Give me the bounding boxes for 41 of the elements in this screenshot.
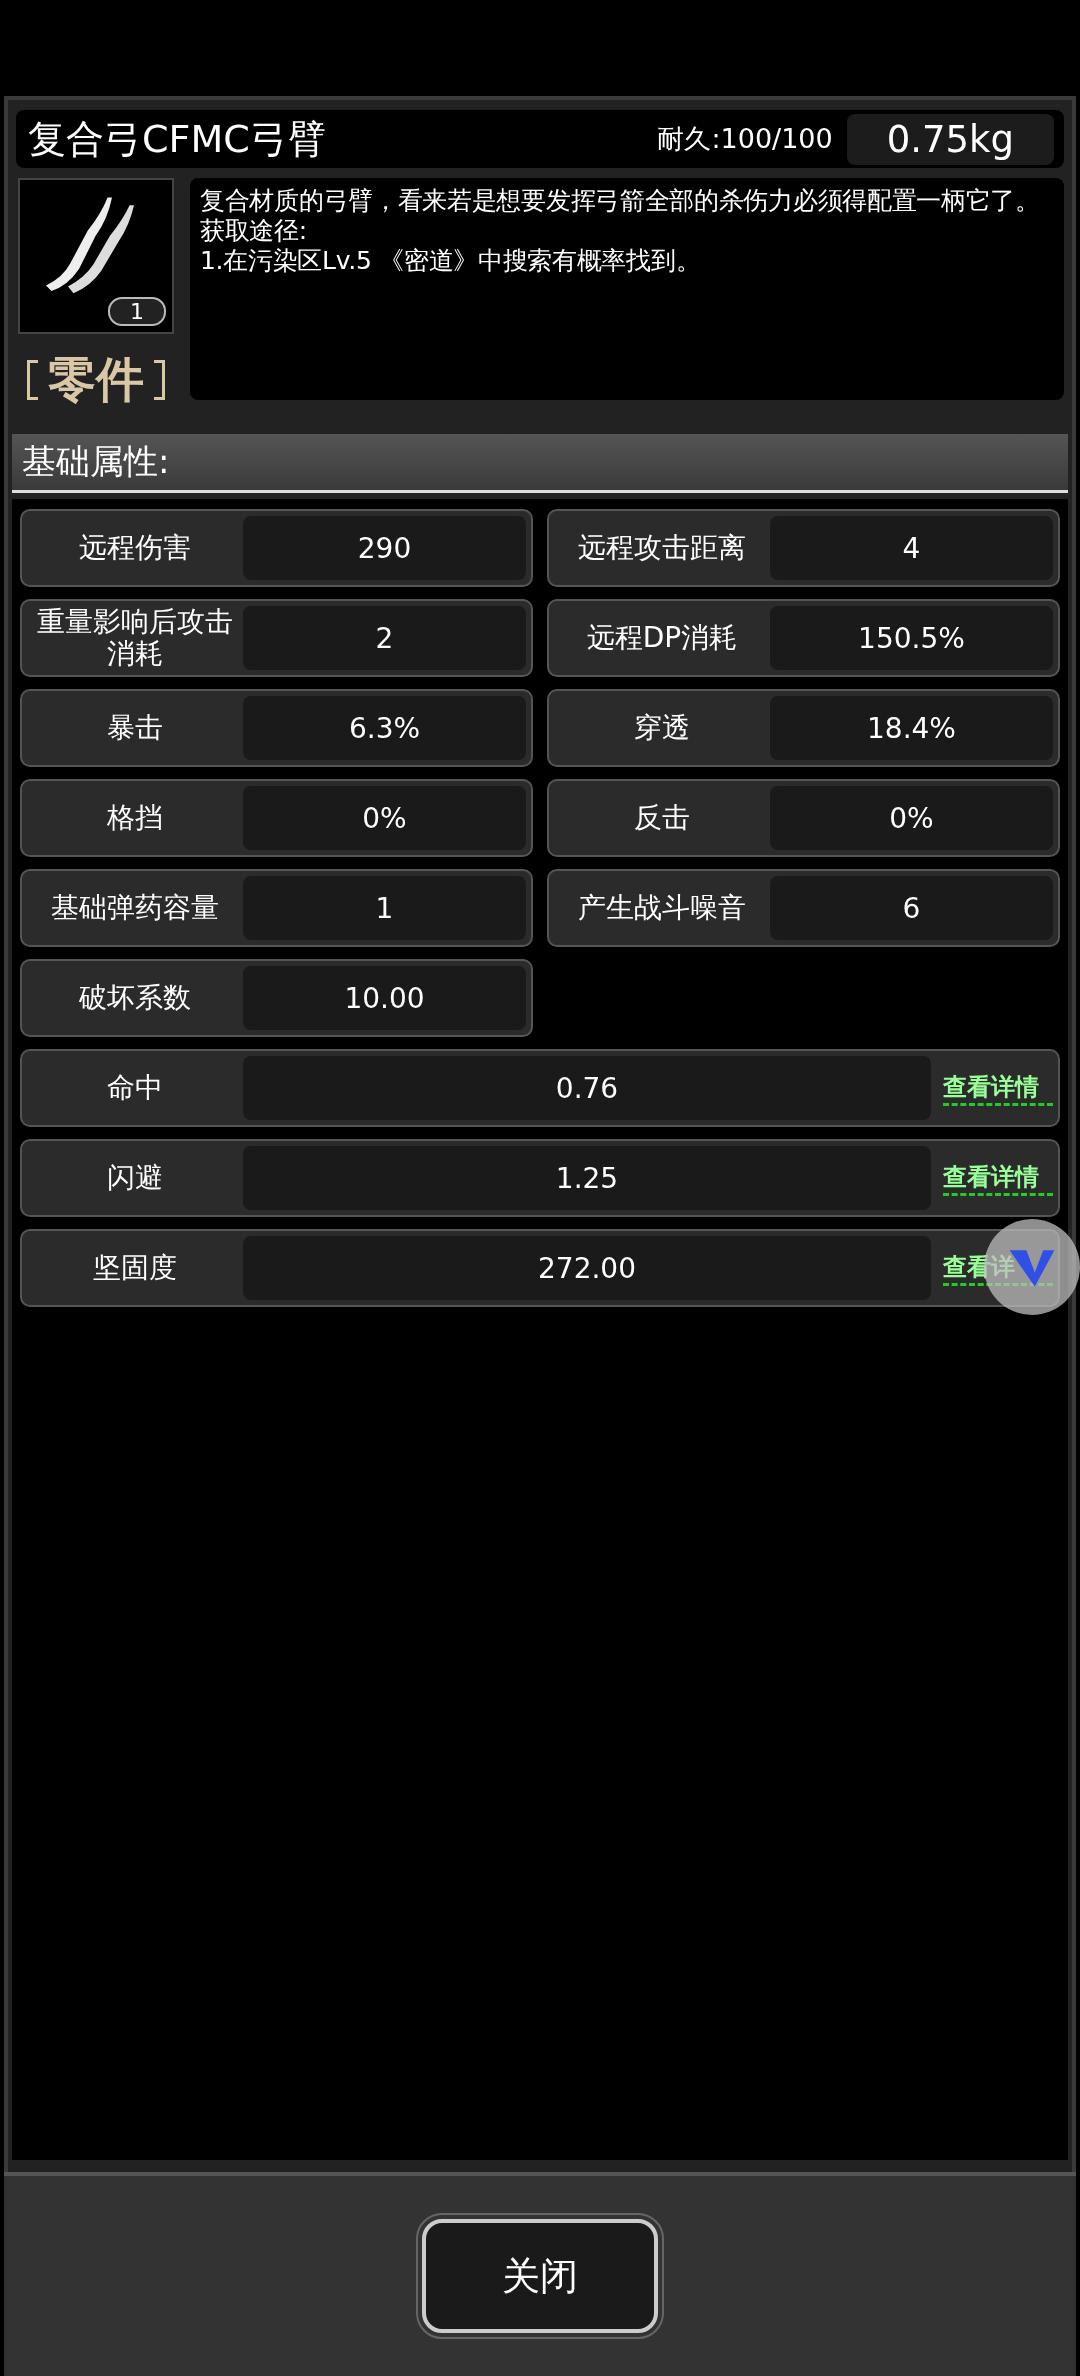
stat-value: 4	[770, 516, 1053, 580]
item-title: 复合弓CFMC弓臂	[28, 115, 327, 163]
stat-value: 18.4%	[770, 696, 1053, 760]
stat-label: 暴击	[106, 712, 164, 744]
stat-value: 2	[243, 606, 526, 670]
description-text: 1.在污染区Lv.5 《密道》中搜索有概率找到。	[200, 246, 702, 276]
details-link[interactable]: 查看详情	[943, 1160, 1053, 1196]
description-text: 复合材质的弓臂，看来若是想要发挥弓箭全部的杀伤力必须得配置一柄它了。	[200, 186, 1041, 216]
stat-label: 远程攻击距离	[577, 532, 747, 564]
stat-label: 反击	[633, 802, 691, 834]
stat-label: 闪避	[106, 1162, 164, 1194]
stat-label: 格挡	[106, 802, 164, 834]
stat-label: 基础弹药容量	[50, 892, 220, 924]
description-text: 获取途径:	[200, 216, 308, 246]
stat-label: 远程DP消耗	[585, 622, 739, 654]
quantity-badge: 1	[108, 297, 166, 326]
weight-text: 0.75kg	[846, 113, 1054, 165]
stat-value: 6	[770, 876, 1053, 940]
stat-label: 穿透	[633, 712, 691, 744]
section-title: 基础属性:	[22, 440, 170, 483]
stat-value: 0%	[770, 786, 1053, 850]
stat-label: 破坏系数	[78, 982, 192, 1014]
category-label: 零件	[48, 350, 144, 409]
stat-value: 272.00	[243, 1236, 931, 1300]
stat-value: 1	[243, 876, 526, 940]
stat-value: 10.00	[243, 966, 526, 1030]
bracket-icon	[27, 360, 38, 400]
stat-value: 290	[243, 516, 526, 580]
stat-value: 0%	[243, 786, 526, 850]
stat-label: 远程伤害	[78, 532, 192, 564]
stat-value: 1.25	[243, 1146, 931, 1210]
stat-label: 坚固度	[92, 1252, 178, 1284]
stat-label: 命中	[106, 1072, 164, 1104]
stat-value: 6.3%	[243, 696, 526, 760]
bracket-icon	[154, 360, 165, 400]
stat-label: 产生战斗噪音	[577, 892, 747, 924]
stat-label: 重量影响后攻击消耗	[36, 606, 234, 670]
durability-text: 耐久:100/100	[657, 122, 833, 156]
stat-value: 150.5%	[770, 606, 1053, 670]
details-link[interactable]: 查看详情	[943, 1070, 1053, 1106]
stat-value: 0.76	[243, 1056, 931, 1120]
